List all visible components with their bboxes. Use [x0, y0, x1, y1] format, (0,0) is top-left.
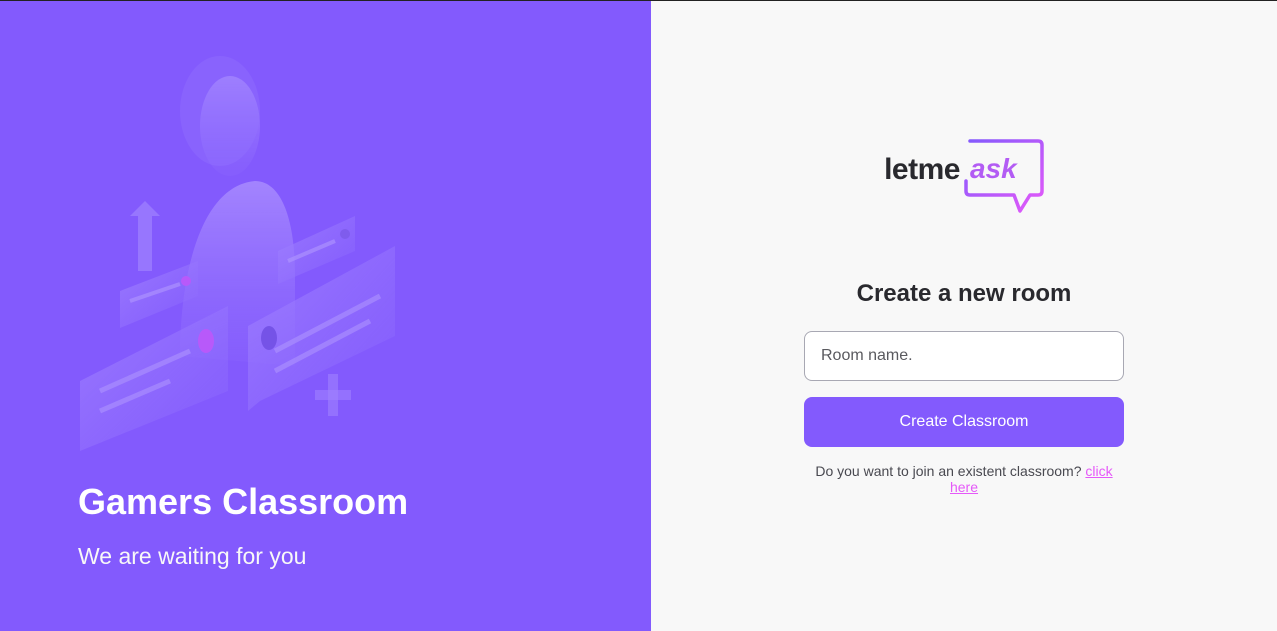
create-room-content: letme ask Create a new room Room name. C… — [804, 139, 1124, 495]
aside-panel: Gamers Classroom We are waiting for you — [0, 1, 651, 631]
create-room-heading: Create a new room — [856, 280, 1072, 307]
join-room-prompt: Do you want to join an existent classroo… — [804, 463, 1124, 495]
aside-title: Gamers Classroom — [78, 481, 409, 522]
room-name-input[interactable] — [804, 331, 1124, 381]
main-panel: letme ask Create a new room Room name. C… — [651, 1, 1277, 631]
letmeask-logo: letme ask — [884, 139, 1044, 217]
logo-text-ask: ask — [969, 153, 1017, 184]
page: Gamers Classroom We are waiting for you … — [0, 0, 1277, 631]
logo-speech-bubble: ask — [964, 139, 1044, 215]
logo-text-letme: letme — [884, 153, 960, 186]
illustration-icon — [80, 56, 395, 451]
create-classroom-button[interactable]: Create Classroom — [804, 397, 1124, 447]
aside-subtitle: We are waiting for you — [78, 543, 307, 569]
join-room-text: Do you want to join an existent classroo… — [815, 463, 1082, 479]
